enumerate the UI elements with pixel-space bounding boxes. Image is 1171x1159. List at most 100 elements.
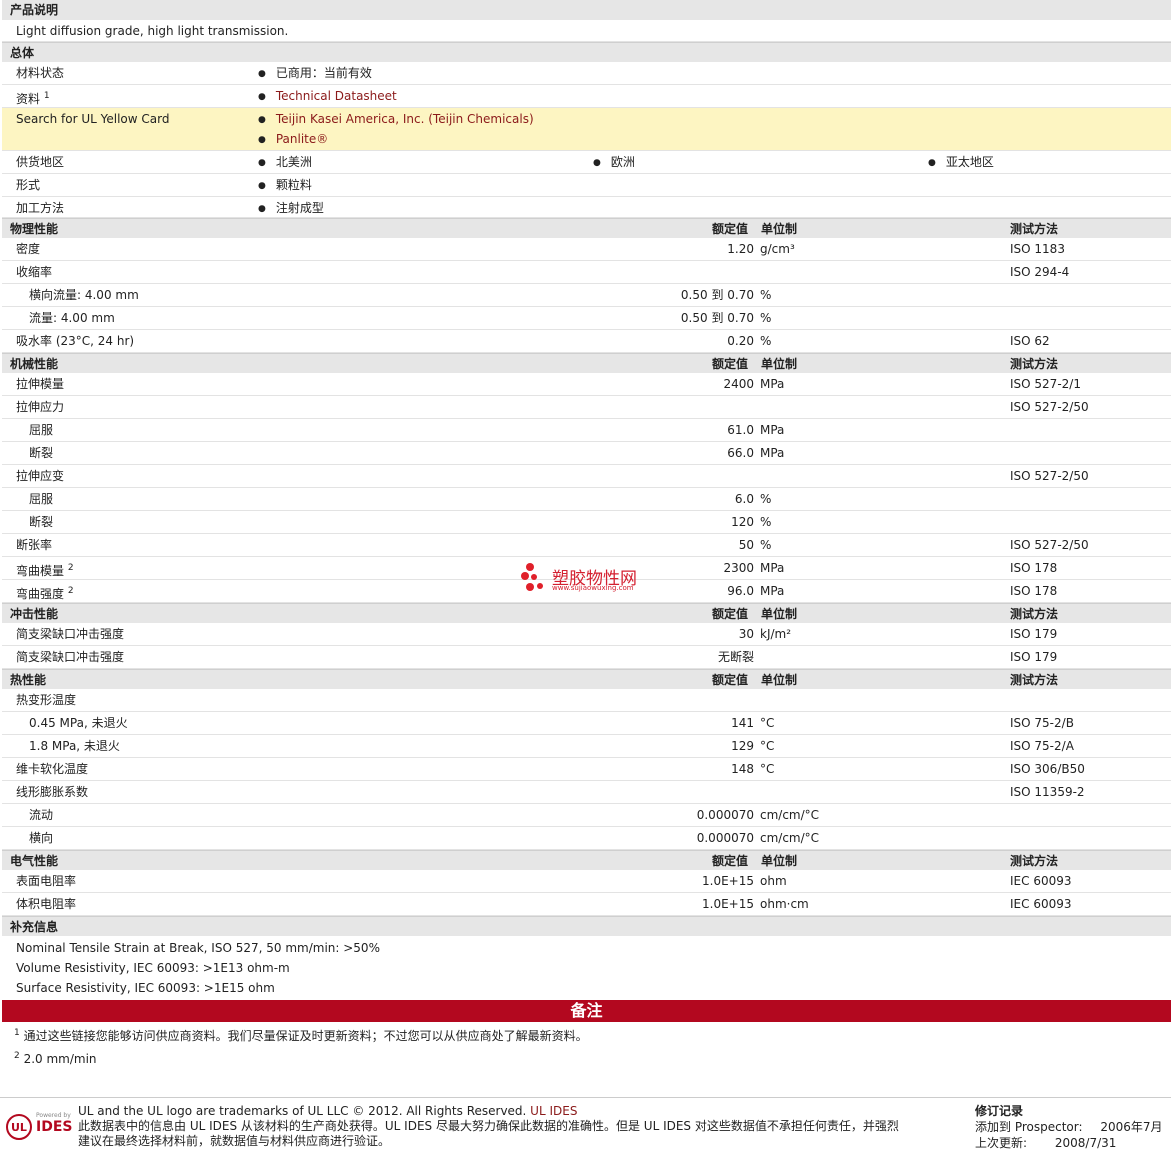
section-title: 电气性能 [10, 854, 59, 868]
label-text: 横向 [29, 831, 54, 845]
property-value: 0.000070 [696, 831, 754, 845]
property-value: 1.20 [727, 242, 754, 256]
row-form: 形式 颗粒料 [2, 174, 1171, 197]
property-unit: % [760, 334, 772, 348]
ides-mark: IDES [36, 1119, 73, 1135]
property-label: 维卡软化温度 [16, 758, 88, 781]
property-unit: g/cm³ [760, 242, 795, 256]
property-row: 流量: 4.00 mm 0.50 到 0.70% [2, 307, 1171, 330]
region-item: 北美洲 [258, 151, 312, 176]
property-value: 无断裂 [717, 650, 754, 664]
property-row: 横向 0.000070 cm/cm/°C [2, 827, 1171, 850]
section-header-physical: 物理性能 额定值 单位制 测试方法 [2, 218, 1171, 238]
label-text: 收缩率 [16, 265, 53, 279]
disclaimer-line: 此数据表中的信息由 UL IDES 从该材料的生产商处获得。UL IDES 尽最… [78, 1119, 899, 1133]
label-text: 屈服 [29, 423, 54, 437]
ul-ides-logo: UL Powered by IDES [6, 1106, 72, 1142]
header-unit: 单位制 [761, 222, 798, 236]
property-row: 拉伸应变 ISO 527-2/50 [2, 465, 1171, 488]
property-unit: % [760, 492, 772, 506]
added-value: 2006年7月 [1100, 1120, 1163, 1134]
added-label: 添加到 Prospector: [975, 1120, 1083, 1134]
section-header-thermal: 热性能 额定值 单位制 测试方法 [2, 669, 1171, 689]
section-title: 总体 [10, 46, 35, 60]
supplier-link[interactable]: Teijin Kasei America, Inc. (Teijin Chemi… [276, 112, 534, 126]
label-text: 断裂 [29, 515, 54, 529]
property-value: 0.50 到 0.70 [680, 288, 754, 302]
watermark-url: www.sujiaowuxing.com [552, 584, 634, 592]
label-text: 表面电阻率 [16, 874, 77, 888]
header-unit: 单位制 [761, 673, 798, 687]
property-row: 简支梁缺口冲击强度 无断裂 ISO 179 [2, 646, 1171, 669]
property-unit: cm/cm/°C [760, 808, 820, 822]
row-process: 加工方法 注射成型 [2, 197, 1171, 218]
header-method: 测试方法 [1010, 607, 1059, 621]
header-nominal: 额定值 [712, 673, 749, 687]
link-bullet: Technical Datasheet [258, 85, 397, 110]
supplementary-line: Surface Resistivity, IEC 60093: >1E15 oh… [16, 981, 275, 995]
section-header-impact: 冲击性能 额定值 单位制 测试方法 [2, 603, 1171, 623]
header-unit: 单位制 [761, 607, 798, 621]
description-row: Light diffusion grade, high light transm… [2, 20, 1171, 42]
property-row: 断裂 120% [2, 511, 1171, 534]
footnote-2: 2 2.0 mm/min [2, 1045, 1171, 1068]
property-method: ISO 527-2/50 [1010, 400, 1089, 414]
property-method: ISO 1183 [1010, 242, 1065, 256]
property-value: 50 [738, 538, 754, 552]
property-label: 表面电阻率 [16, 870, 76, 893]
property-label: 屈服 [29, 488, 53, 511]
property-label: 0.45 MPa, 未退火 [29, 712, 128, 735]
footnote-text: 2.0 mm/min [23, 1052, 97, 1066]
row-value: 已商用：当前有效 [258, 62, 372, 87]
revision-history: 修订记录 添加到 Prospector: 2006年7月 上次更新: 2008/… [975, 1103, 1163, 1151]
property-unit: MPa [760, 561, 785, 575]
property-unit: °C [760, 762, 775, 776]
property-row: 热变形温度 [2, 689, 1171, 712]
property-value: 66.0 [727, 446, 754, 460]
property-method: ISO 178 [1010, 584, 1058, 598]
brand-link[interactable]: Panlite® [276, 132, 328, 146]
watermark: 塑胶物性网 www.sujiaowuxing.com [521, 561, 637, 596]
property-label: 吸水率 (23°C, 24 hr) [16, 330, 134, 353]
property-row: 断张率 50% ISO 527-2/50 [2, 534, 1171, 557]
label-text: 断张率 [16, 538, 53, 552]
property-label: 1.8 MPa, 未退火 [29, 735, 120, 758]
property-unit: ohm [760, 874, 787, 888]
property-unit: MPa [760, 584, 785, 598]
section-title: 热性能 [10, 673, 47, 687]
property-method: ISO 178 [1010, 561, 1058, 575]
label-text: 横向流量: 4.00 mm [29, 288, 139, 302]
section-title: 物理性能 [10, 222, 59, 236]
notes-band: 备注 [2, 1000, 1171, 1022]
property-row: 吸水率 (23°C, 24 hr) 0.20% ISO 62 [2, 330, 1171, 353]
property-value: 96.0 [727, 584, 754, 598]
supplementary-line: Volume Resistivity, IEC 60093: >1E13 ohm… [16, 961, 290, 975]
disclaimer-line: 建议在最终选择材料前，就数据值与材料供应商进行验证。 [78, 1134, 391, 1148]
property-unit: °C [760, 716, 775, 730]
footnote-number: 2 [14, 1051, 20, 1061]
header-nominal: 额定值 [712, 607, 749, 621]
section-title: 补充信息 [10, 920, 59, 934]
header-nominal: 额定值 [712, 357, 749, 371]
property-label: 拉伸模量 [16, 373, 64, 396]
section-header-description: 产品说明 [2, 0, 1171, 20]
property-method: ISO 527-2/50 [1010, 469, 1089, 483]
ul-ides-link[interactable]: UL IDES [530, 1104, 577, 1118]
property-unit: ohm·cm [760, 897, 809, 911]
section-header-mechanical: 机械性能 额定值 单位制 测试方法 [2, 353, 1171, 373]
property-label: 热变形温度 [16, 689, 76, 712]
property-value: 0.20 [727, 334, 754, 348]
label-text: 1.8 MPa, 未退火 [29, 739, 120, 753]
updated-value: 2008/7/31 [1054, 1136, 1117, 1150]
technical-datasheet-link[interactable]: Technical Datasheet [276, 89, 397, 103]
property-row: 体积电阻率 1.0E+15 ohm·cm IEC 60093 [2, 893, 1171, 916]
property-unit: °C [760, 739, 775, 753]
label-text: 简支梁缺口冲击强度 [16, 627, 125, 641]
property-row: 拉伸应力 ISO 527-2/50 [2, 396, 1171, 419]
label-text: 拉伸模量 [16, 377, 65, 391]
property-value: 1.0E+15 [702, 897, 754, 911]
section-title: 冲击性能 [10, 607, 59, 621]
property-method: ISO 179 [1010, 627, 1058, 641]
header-unit: 单位制 [761, 357, 798, 371]
property-value: 141 [731, 716, 754, 730]
